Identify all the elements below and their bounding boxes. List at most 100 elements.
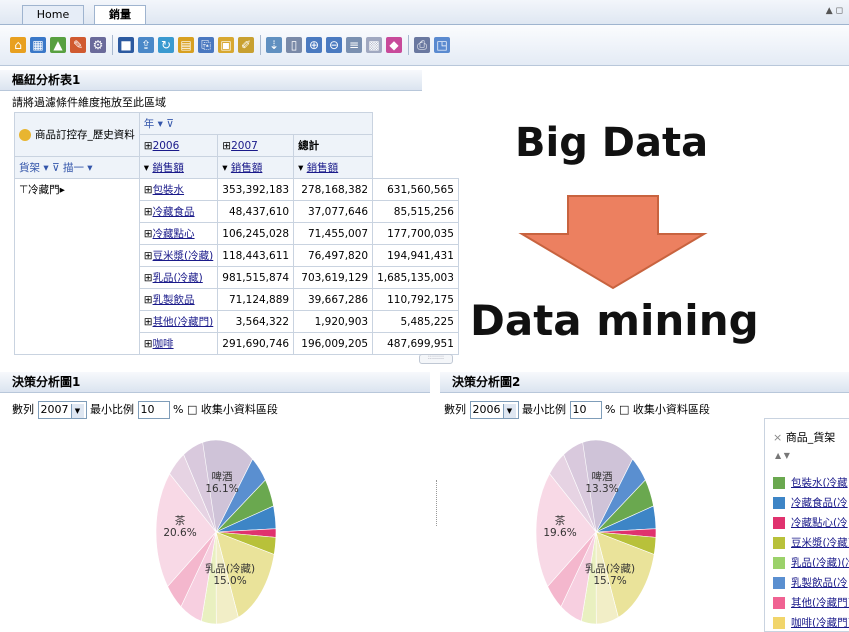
pie-label: 乳品(冷藏)	[585, 562, 635, 575]
chart2-series-select[interactable]: 2006 ▼	[469, 401, 519, 419]
pie-label: 啤酒	[592, 470, 613, 483]
toolbar-separator	[260, 35, 261, 55]
row-dimension-headers[interactable]: 貨架 ▾ ⊽ 描一 ▾	[14, 156, 140, 179]
chart-icon[interactable]: ▲	[50, 37, 66, 53]
legend-item[interactable]: 咖啡(冷藏門)	[773, 615, 849, 631]
cell-2006: 3,564,322	[217, 310, 295, 333]
measure-header: 商品訂控存_歷史資料	[14, 112, 140, 157]
row-item[interactable]: ⊞乳製飲品	[138, 288, 219, 311]
row-item[interactable]: ⊞豆米漿(冷藏)	[138, 244, 219, 267]
chart2-min-ratio-input[interactable]: 10	[569, 401, 602, 419]
row-item[interactable]: ⊞咖啡	[138, 332, 219, 355]
chart2-collect-checkbox[interactable]: % □ 收集小資料區段	[605, 403, 710, 416]
chart2-controls: 數列 2006 ▼ 最小比例 10 % □ 收集小資料區段	[444, 401, 710, 419]
row-item[interactable]: ⊞乳品(冷藏)	[138, 266, 219, 289]
cell-2006: 353,392,183	[217, 178, 295, 201]
cell-2006: 106,245,028	[217, 222, 295, 245]
export-icon[interactable]: ⇪	[138, 37, 154, 53]
toolbar: ⌂ ▦ ▲ ✎ ⚙ ■ ⇪ ↻ ▤ ⎘ ▣ ✐ ⇣ ▯ ⊕ ⊖ ≡ ▩ ◆ ⎙ ◳	[0, 25, 849, 66]
chevron-down-icon[interactable]: ▼	[70, 404, 84, 418]
zoom-in-icon[interactable]: ⊕	[306, 37, 322, 53]
scroll-up-icon[interactable]: ▲ ◻	[826, 6, 843, 16]
col-header-2006[interactable]: ⊞2006	[138, 134, 219, 157]
cell-2006: 71,124,889	[217, 288, 295, 311]
legend-item[interactable]: 其他(冷藏門)	[773, 595, 849, 611]
legend-swatch	[773, 577, 785, 589]
cell-2007: 76,497,820	[293, 244, 374, 267]
tab-sales[interactable]: 銷量	[94, 5, 146, 24]
cell-2006: 981,515,874	[217, 266, 295, 289]
color-icon[interactable]: ◆	[386, 37, 402, 53]
pie-label: 20.6%	[163, 527, 196, 539]
pie-label: 茶	[555, 514, 566, 527]
chevron-down-icon[interactable]: ▼	[502, 404, 516, 418]
grid-icon[interactable]: ▦	[30, 37, 46, 53]
save-icon[interactable]: ■	[118, 37, 134, 53]
row-item[interactable]: ⊞冷藏點心	[138, 222, 219, 245]
legend-item[interactable]: 冷藏食品(冷	[773, 495, 848, 511]
filter-icon[interactable]: ✎	[70, 37, 86, 53]
cell-total: 177,700,035	[372, 222, 459, 245]
legend-swatch	[773, 617, 785, 629]
chart1-min-ratio-input[interactable]: 10	[137, 401, 170, 419]
home-icon[interactable]: ⌂	[10, 37, 26, 53]
legend-swatch	[773, 557, 785, 569]
edit-icon[interactable]: ✐	[238, 37, 254, 53]
folder-icon[interactable]: ▣	[218, 37, 234, 53]
table-row: ⊤冷藏門▸ ⊞包裝水 353,392,183 278,168,382 631,560,5…	[14, 178, 459, 355]
legend-item[interactable]: 冷藏點心(冷	[773, 515, 848, 531]
chart1-series-select[interactable]: 2007 ▼	[37, 401, 87, 419]
pivot-table: 商品訂控存_歷史資料 年 ▾ ⊽ ⊞2006 ⊞2007 總計 貨架 ▾ ⊽ 描…	[14, 112, 459, 355]
page-icon[interactable]: ▯	[286, 37, 302, 53]
sales-header: ▾ 銷售額	[217, 156, 295, 179]
cell-total: 85,515,256	[372, 200, 459, 223]
window-icon[interactable]: ◳	[434, 37, 450, 53]
horizontal-splitter[interactable]: ::::::::	[419, 354, 453, 364]
chart2-panel-title: 決策分析圖2	[440, 372, 849, 393]
legend-item[interactable]: 乳品(冷藏)(冷	[773, 555, 849, 571]
copy-icon[interactable]: ⎘	[198, 37, 214, 53]
cell-2006: 118,443,611	[217, 244, 295, 267]
data-mining-title: Data mining	[470, 296, 759, 345]
legend-scroll-icon[interactable]: ▲ ▼	[775, 451, 790, 460]
cell-total: 631,560,565	[372, 178, 459, 201]
layout-icon[interactable]: ▩	[366, 37, 382, 53]
legend-item[interactable]: 包裝水(冷藏	[773, 475, 848, 491]
row-item[interactable]: ⊞冷藏食品	[138, 200, 219, 223]
drill-icon[interactable]: ⇣	[266, 37, 282, 53]
pie-label: 茶	[175, 514, 186, 527]
settings-icon[interactable]: ⚙	[90, 37, 106, 53]
cell-2007: 1,920,903	[293, 310, 374, 333]
sales-header: ▾ 銷售額	[138, 156, 219, 179]
refresh-icon[interactable]: ↻	[158, 37, 174, 53]
cell-total: 1,685,135,003	[372, 266, 459, 289]
row-item[interactable]: ⊞包裝水	[138, 178, 219, 201]
toolbar-separator	[112, 35, 113, 55]
row-item[interactable]: ⊞其他(冷藏門)	[138, 310, 219, 333]
cell-2007: 703,619,129	[293, 266, 374, 289]
pie-label: 15.7%	[593, 575, 626, 587]
toolbar-separator	[408, 35, 409, 55]
legend-swatch	[773, 477, 785, 489]
chart2-pie: 啤酒13.3% 茶19.6% 乳品(冷藏)15.7%	[535, 439, 657, 625]
cell-2007: 39,667,286	[293, 288, 374, 311]
cell-2006: 291,690,746	[217, 332, 295, 355]
group-cell[interactable]: ⊤冷藏門▸	[14, 178, 140, 355]
chart1-pie: 啤酒16.1% 茶20.6% 乳品(冷藏)15.0%	[155, 439, 277, 625]
cell-total: 5,485,225	[372, 310, 459, 333]
col-header-2007[interactable]: ⊞2007	[217, 134, 295, 157]
chart1-collect-checkbox[interactable]: % □ 收集小資料區段	[173, 403, 278, 416]
tab-home[interactable]: Home	[22, 5, 84, 24]
cell-2007: 71,455,007	[293, 222, 374, 245]
legend-item[interactable]: 豆米漿(冷藏)	[773, 535, 849, 551]
close-icon[interactable]: ×	[773, 431, 786, 444]
legend-item[interactable]: 乳製飲品(冷	[773, 575, 848, 591]
cell-total: 487,699,951	[372, 332, 459, 355]
filter-icon[interactable]: ▾ ⊽	[154, 118, 174, 130]
year-filter[interactable]: 年 ▾ ⊽	[138, 112, 374, 135]
vertical-splitter[interactable]	[436, 480, 440, 526]
print-icon[interactable]: ⎙	[414, 37, 430, 53]
zoom-out-icon[interactable]: ⊖	[326, 37, 342, 53]
list-icon[interactable]: ≡	[346, 37, 362, 53]
table-icon[interactable]: ▤	[178, 37, 194, 53]
